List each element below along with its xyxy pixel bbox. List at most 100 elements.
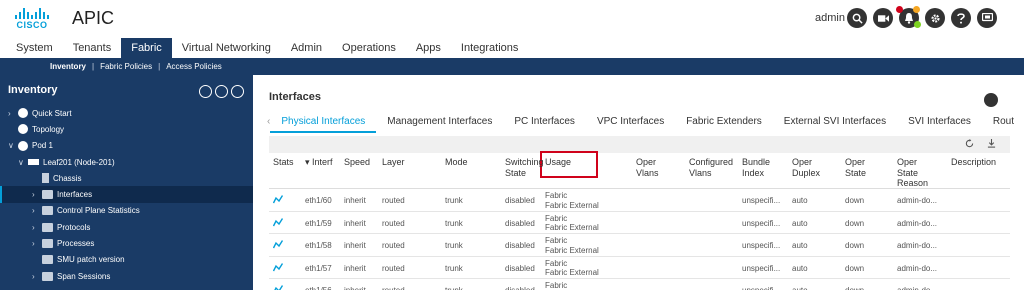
column-header-mode[interactable]: Mode	[445, 157, 468, 168]
table-row[interactable]: eth1/59 inherit routed trunk disabled unspeci…	[269, 212, 1010, 234]
folder-icon	[42, 255, 53, 265]
chevron-icon[interactable]: ∨	[18, 158, 28, 167]
tab-tenants[interactable]: Tenants	[63, 38, 122, 58]
table-row[interactable]: eth1/60 inherit routed trunk disabled unspeci…	[269, 189, 1010, 212]
cell-state: down	[845, 263, 865, 273]
stats-chart-icon[interactable]	[272, 240, 284, 251]
column-header-conf-vlans[interactable]: Configured Vlans	[689, 157, 733, 178]
alert-badge-red	[896, 6, 903, 13]
column-header-duplex[interactable]: Oper Duplex	[792, 157, 820, 178]
chevron-icon[interactable]: ›	[32, 206, 42, 215]
cell-state: down	[845, 218, 865, 228]
tab-pc-interfaces[interactable]: PC Interfaces	[503, 113, 586, 133]
table-row[interactable]: eth1/57 inherit routed trunk disabled unspeci…	[269, 257, 1010, 279]
sidebar-item-label: Leaf201 (Node-201)	[43, 157, 115, 167]
column-header-oper-vlans[interactable]: Oper Vlans	[636, 157, 659, 178]
tab-svi-interfaces[interactable]: SVI Interfaces	[897, 113, 982, 133]
tab-physical-interfaces[interactable]: Physical Interfaces	[270, 113, 377, 133]
search-icon[interactable]	[847, 8, 867, 28]
tab-apps[interactable]: Apps	[406, 38, 451, 58]
sidebar-item-chassis[interactable]: Chassis	[0, 170, 253, 186]
column-header-usage[interactable]: Usage	[545, 157, 571, 168]
tab-operations[interactable]: Operations	[332, 38, 406, 58]
sidebar-item-topology[interactable]: Topology	[0, 121, 253, 137]
sidebar-item-label: Chassis	[53, 173, 82, 183]
sidebar-item-pod-1[interactable]: ∨ Pod 1	[0, 138, 253, 154]
download-icon[interactable]	[987, 139, 996, 150]
folder-icon	[42, 190, 53, 200]
chevron-icon[interactable]: ›	[8, 109, 18, 118]
cell-interface: eth1/56	[305, 286, 332, 290]
cell-reason: admin-do...	[897, 241, 938, 250]
tab-virtual-networking[interactable]: Virtual Networking	[172, 38, 281, 58]
table-row[interactable]: eth1/56 inherit routed trunk disabled unspeci…	[269, 279, 1010, 290]
tab-external-svi-interfaces[interactable]: External SVI Interfaces	[773, 113, 897, 133]
column-header-stats[interactable]: Stats	[273, 157, 294, 168]
stats-chart-icon[interactable]	[272, 217, 284, 229]
sidebar-item-smu-patch-version[interactable]: SMU patch version	[0, 252, 253, 268]
tab-vpc-interfaces[interactable]: VPC Interfaces	[586, 113, 675, 133]
subnav-fabric-policies[interactable]: Fabric Policies	[94, 62, 158, 71]
tab-system[interactable]: System	[6, 38, 63, 58]
gear-icon[interactable]	[925, 8, 945, 28]
sidebar-item-processes[interactable]: › Processes	[0, 235, 253, 251]
subnav-inventory[interactable]: Inventory	[44, 62, 92, 71]
column-header-bundle[interactable]: Bundle Index	[742, 157, 770, 178]
cell-switching: disabled	[505, 286, 535, 290]
chevron-icon[interactable]: ›	[32, 239, 42, 248]
tab-fabric[interactable]: Fabric	[121, 38, 172, 58]
sidebar-item-control-plane-statistics[interactable]: › Control Plane Statistics	[0, 203, 253, 219]
cell-usage: FabricFabric External	[545, 191, 599, 210]
tab-fabric-extenders[interactable]: Fabric Extenders	[675, 113, 773, 133]
chevron-icon[interactable]: ›	[32, 190, 42, 199]
stats-chart-icon[interactable]	[272, 195, 284, 206]
bookmark-icon[interactable]	[984, 93, 998, 107]
stats-chart-icon[interactable]	[273, 285, 284, 290]
refresh-icon[interactable]	[965, 139, 974, 150]
usage-value: Fabric	[545, 258, 568, 268]
sidebar-tool-3-icon[interactable]	[231, 85, 244, 98]
table-row[interactable]: eth1/58 inherit routed trunk disabled unspeci…	[269, 234, 1010, 257]
bell-icon[interactable]	[896, 6, 921, 28]
tab-routed[interactable]: Rout	[982, 113, 1024, 133]
camera-icon[interactable]	[873, 8, 893, 28]
sidebar-title: Inventory	[8, 84, 58, 96]
cell-mode: trunk	[445, 196, 463, 205]
tab-integrations[interactable]: Integrations	[451, 38, 528, 58]
column-header-reason[interactable]: Oper State Reason	[897, 157, 928, 189]
table-header: Stats ▾ Interf Speed Layer Mode Switching Sta…	[269, 151, 1010, 189]
folder-icon	[42, 206, 53, 216]
user-name[interactable]: admin	[815, 12, 845, 24]
help-icon[interactable]	[951, 8, 971, 28]
usage-value: Fabric	[545, 236, 568, 245]
column-header-speed[interactable]: Speed	[344, 157, 370, 168]
stats-chart-icon[interactable]	[272, 262, 284, 274]
feedback-icon[interactable]	[977, 8, 997, 28]
subnav-access-policies[interactable]: Access Policies	[160, 62, 228, 71]
chassis-icon	[42, 173, 49, 184]
sidebar-tool-1-icon[interactable]	[199, 85, 212, 98]
cell-bundle: unspecifi...	[742, 196, 781, 205]
cell-reason: admin-do...	[897, 218, 938, 228]
chevron-icon[interactable]: ∨	[8, 141, 18, 150]
cisco-logo[interactable]: CISCO	[14, 8, 50, 32]
cell-reason: admin-do...	[897, 286, 937, 290]
chevron-icon[interactable]: ›	[32, 272, 42, 281]
column-header-desc[interactable]: Description	[951, 157, 996, 168]
tab-management-interfaces[interactable]: Management Interfaces	[376, 113, 503, 133]
column-header-layer[interactable]: Layer	[382, 157, 405, 168]
tab-admin[interactable]: Admin	[281, 38, 332, 58]
sidebar-item-quick-start[interactable]: › Quick Start	[0, 105, 253, 121]
sidebar-item-interfaces[interactable]: › Interfaces	[0, 186, 253, 203]
sidebar-tool-2-icon[interactable]	[215, 85, 228, 98]
chevron-icon[interactable]: ›	[32, 223, 42, 232]
column-header-state[interactable]: Oper State	[845, 157, 866, 178]
column-header-interface[interactable]: ▾ Interf	[305, 157, 333, 168]
column-header-switching[interactable]: Switching State	[505, 157, 544, 178]
cell-speed: inherit	[344, 196, 366, 205]
sidebar-item-protocols[interactable]: › Protocols	[0, 219, 253, 235]
sidebar-item-leaf201-node-201[interactable]: ∨ Leaf201 (Node-201)	[0, 154, 253, 170]
cell-bundle: unspecifi...	[742, 241, 781, 250]
node-icon	[18, 140, 28, 151]
sidebar-item-span-sessions[interactable]: › Span Sessions	[0, 268, 253, 284]
